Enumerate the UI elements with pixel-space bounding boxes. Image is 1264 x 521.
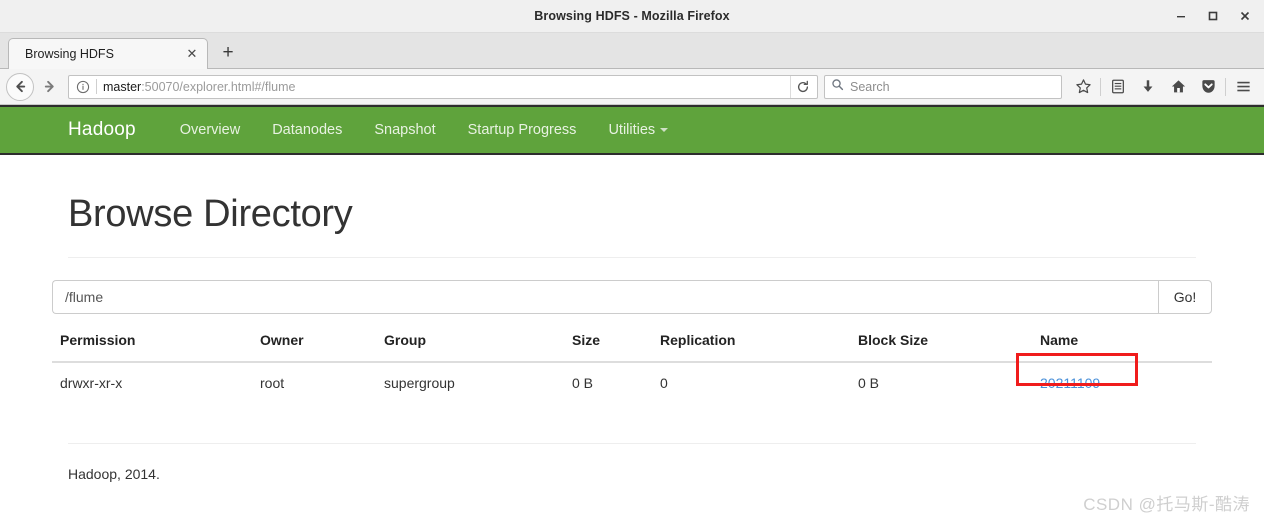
page-title: Browse Directory bbox=[68, 193, 1196, 236]
path-input[interactable] bbox=[52, 280, 1158, 314]
nav-item-startup-progress[interactable]: Startup Progress bbox=[452, 122, 593, 138]
nav-item-overview[interactable]: Overview bbox=[164, 122, 256, 138]
url-separator bbox=[96, 79, 97, 94]
table-header: Permission Owner Group Size Replication … bbox=[52, 332, 1212, 362]
toolbar-divider-2 bbox=[1225, 78, 1226, 96]
cell-block-size: 0 B bbox=[850, 362, 1032, 403]
column-header-permission: Permission bbox=[52, 332, 252, 362]
cell-replication: 0 bbox=[652, 362, 850, 403]
column-header-replication: Replication bbox=[652, 332, 850, 362]
new-tab-button[interactable]: + bbox=[214, 39, 242, 67]
browser-window: Browsing HDFS - Mozilla Firefox Browsing… bbox=[0, 0, 1264, 520]
footer-text: Hadoop, 2014. bbox=[68, 466, 1196, 482]
forward-icon[interactable] bbox=[36, 74, 62, 100]
chevron-down-icon bbox=[660, 128, 668, 132]
site-info-icon[interactable] bbox=[75, 79, 91, 95]
page-content: Hadoop Overview Datanodes Snapshot Start… bbox=[0, 105, 1264, 521]
table-row: drwxr-xr-x root supergroup 0 B 0 0 B 202… bbox=[52, 362, 1212, 403]
column-header-group: Group bbox=[376, 332, 564, 362]
close-button[interactable] bbox=[1230, 1, 1260, 31]
downloads-icon[interactable] bbox=[1133, 73, 1163, 101]
url-text: master:50070/explorer.html#/flume bbox=[103, 80, 790, 94]
search-placeholder: Search bbox=[850, 80, 890, 94]
pocket-icon[interactable] bbox=[1193, 73, 1223, 101]
search-bar[interactable]: Search bbox=[824, 75, 1062, 99]
browser-tab[interactable]: Browsing HDFS ✕ bbox=[8, 38, 208, 69]
cell-permission: drwxr-xr-x bbox=[52, 362, 252, 403]
column-header-name: Name bbox=[1032, 332, 1212, 362]
home-icon[interactable] bbox=[1163, 73, 1193, 101]
file-name-link[interactable]: 20211109 bbox=[1040, 375, 1100, 391]
go-button[interactable]: Go! bbox=[1158, 280, 1212, 314]
minimize-button[interactable] bbox=[1166, 1, 1196, 31]
table-header-row: Permission Owner Group Size Replication … bbox=[52, 332, 1212, 362]
cell-group: supergroup bbox=[376, 362, 564, 403]
tab-close-icon[interactable]: ✕ bbox=[183, 45, 201, 63]
browser-toolbar: master:50070/explorer.html#/flume Search bbox=[0, 69, 1264, 105]
window-controls bbox=[1166, 0, 1260, 32]
directory-listing-table: Permission Owner Group Size Replication … bbox=[52, 332, 1212, 403]
search-icon bbox=[831, 78, 844, 96]
toolbar-divider bbox=[1100, 78, 1101, 96]
table-body: drwxr-xr-x root supergroup 0 B 0 0 B 202… bbox=[52, 362, 1212, 403]
back-icon[interactable] bbox=[6, 73, 34, 101]
hamburger-menu-icon[interactable] bbox=[1228, 73, 1258, 101]
bookmark-star-icon[interactable] bbox=[1068, 73, 1098, 101]
path-input-group: Go! bbox=[52, 280, 1212, 314]
toolbar-icons bbox=[1068, 73, 1258, 101]
column-header-block-size: Block Size bbox=[850, 332, 1032, 362]
column-header-size: Size bbox=[564, 332, 652, 362]
hadoop-navbar: Hadoop Overview Datanodes Snapshot Start… bbox=[0, 105, 1264, 155]
cell-owner: root bbox=[252, 362, 376, 403]
title-divider bbox=[68, 257, 1196, 258]
nav-item-snapshot[interactable]: Snapshot bbox=[358, 122, 451, 138]
hadoop-brand[interactable]: Hadoop bbox=[68, 119, 136, 141]
navigation-arrows bbox=[6, 73, 62, 101]
nav-item-utilities-label: Utilities bbox=[608, 122, 655, 138]
cell-size: 0 B bbox=[564, 362, 652, 403]
url-host: master bbox=[103, 80, 141, 94]
footer-divider bbox=[68, 443, 1196, 444]
url-bar[interactable]: master:50070/explorer.html#/flume bbox=[68, 75, 818, 99]
library-icon[interactable] bbox=[1103, 73, 1133, 101]
hadoop-nav-links: Overview Datanodes Snapshot Startup Prog… bbox=[164, 122, 684, 138]
reload-icon[interactable] bbox=[790, 76, 815, 98]
maximize-button[interactable] bbox=[1198, 1, 1228, 31]
url-path: :50070/explorer.html#/flume bbox=[141, 80, 295, 94]
nav-item-datanodes[interactable]: Datanodes bbox=[256, 122, 358, 138]
tab-title: Browsing HDFS bbox=[25, 47, 175, 61]
nav-item-utilities[interactable]: Utilities bbox=[592, 122, 684, 138]
tab-bar: Browsing HDFS ✕ + bbox=[0, 33, 1264, 69]
content-container: Browse Directory Go! Permi bbox=[0, 193, 1264, 482]
cell-name: 20211109 bbox=[1032, 362, 1212, 403]
csdn-watermark: CSDN @托马斯-酷涛 bbox=[1083, 490, 1250, 515]
title-bar: Browsing HDFS - Mozilla Firefox bbox=[0, 0, 1264, 33]
window-title: Browsing HDFS - Mozilla Firefox bbox=[534, 9, 729, 23]
column-header-owner: Owner bbox=[252, 332, 376, 362]
